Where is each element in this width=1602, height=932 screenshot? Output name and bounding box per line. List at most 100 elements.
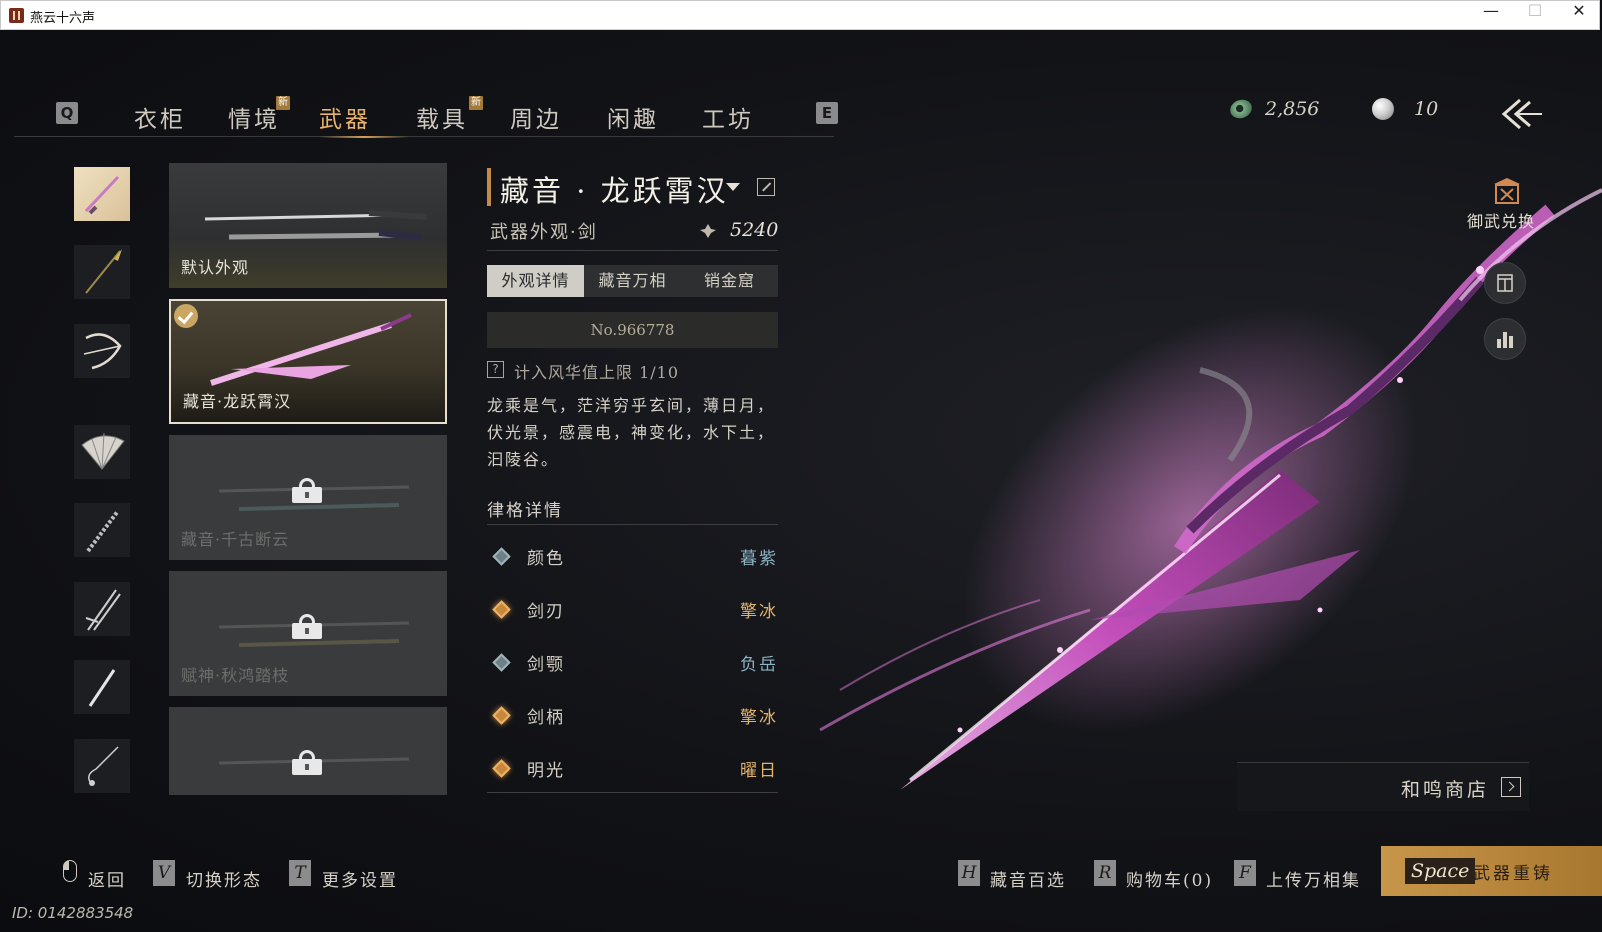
tab-collection-variants[interactable]: 藏音万相 [584, 265, 681, 297]
diamond-icon [492, 547, 511, 566]
arrow-right-icon [1501, 777, 1521, 797]
weapon-type-fan[interactable] [74, 425, 130, 479]
divider [487, 524, 778, 525]
attribute-row[interactable]: 剑刃 擎冰 [487, 597, 778, 627]
weapon-type-twin-blades[interactable] [74, 582, 130, 636]
tab-scene[interactable]: 情境 [228, 100, 280, 134]
attribute-name: 颜色 [527, 549, 565, 569]
hotkey: R [1094, 860, 1116, 886]
skin-card-label: 藏音·千古断云 [181, 530, 290, 549]
active-tab-underline [319, 136, 409, 138]
weapon-type-bow[interactable] [74, 324, 130, 378]
weapon-type-sword[interactable] [74, 167, 130, 221]
window-title: 燕云十六声 [30, 10, 96, 25]
weapon-type-blade[interactable] [74, 660, 130, 714]
chevron-down-icon[interactable] [726, 183, 740, 191]
hotkey: F [1234, 860, 1256, 886]
exchange-icon[interactable] [1490, 176, 1524, 206]
app-icon [9, 8, 24, 23]
shop-button[interactable]: 和鸣商店 [1237, 762, 1529, 811]
weapon-type-umbrella[interactable] [74, 503, 130, 557]
new-badge: 新 [276, 96, 290, 110]
upload-hint[interactable]: 上传万相集 [1266, 866, 1361, 891]
skin-card-label: 默认外观 [181, 258, 250, 277]
back-hint[interactable]: 返回 [88, 866, 126, 891]
collection-hint[interactable]: 藏音百选 [990, 866, 1066, 891]
attributes-section-title: 律格详情 [487, 501, 563, 521]
serial-number: No.966778 [487, 312, 778, 348]
skin-preview [210, 313, 412, 386]
more-settings-hint[interactable]: 更多设置 [322, 866, 398, 891]
edit-icon[interactable] [757, 178, 775, 196]
attribute-value: 暮紫 [740, 549, 778, 569]
skin-card-locked[interactable] [169, 707, 447, 795]
skin-card-locked[interactable]: 藏音·千古断云 [169, 435, 447, 560]
weapon-type-spear[interactable] [74, 245, 130, 299]
space-key: Space [1405, 858, 1476, 884]
weapon-preview[interactable] [760, 130, 1602, 830]
category-tabs: Q 衣柜 情境 新 武器 载具 新 周边 闲趣 工坊 E [14, 66, 838, 138]
next-tab-key[interactable]: E [816, 102, 838, 124]
help-icon[interactable]: ? [487, 361, 504, 378]
cart-hint[interactable]: 购物车(0) [1126, 866, 1213, 891]
attribute-row[interactable]: 颜色 暮紫 [487, 544, 778, 574]
tab-vault[interactable]: 销金窟 [681, 265, 778, 297]
switch-form-hint[interactable]: 切换形态 [186, 866, 262, 891]
fame-cap-text: 计入风华值上限 1/10 [514, 363, 680, 382]
weapon-type-rope-dart[interactable] [74, 739, 130, 793]
lock-icon [292, 750, 322, 775]
pearl-amount: 10 [1414, 98, 1439, 120]
tab-appearance-details[interactable]: 外观详情 [487, 265, 584, 297]
tab-leisure[interactable]: 闲趣 [607, 100, 659, 134]
skin-card[interactable]: 默认外观 [169, 163, 447, 288]
recast-label: 武器重铸 [1473, 864, 1553, 884]
stats-icon[interactable] [1484, 318, 1526, 360]
diamond-icon [492, 653, 511, 672]
attribute-row[interactable]: 剑柄 擎冰 [487, 703, 778, 733]
attribute-value: 擎冰 [740, 708, 778, 728]
diamond-icon [492, 600, 511, 619]
jade-currency-icon [1227, 96, 1255, 122]
exchange-label[interactable]: 御武兑换 [1467, 208, 1535, 232]
tab-wardrobe[interactable]: 衣柜 [134, 100, 186, 134]
attribute-row[interactable]: 明光 曜日 [487, 756, 778, 786]
lock-icon [292, 614, 322, 639]
close-button[interactable]: ✕ [1557, 1, 1601, 29]
attribute-name: 剑刃 [527, 602, 565, 622]
tab-mount[interactable]: 载具 [416, 100, 468, 134]
attribute-value: 负岳 [740, 655, 778, 675]
attribute-name: 剑颚 [527, 655, 565, 675]
attribute-row[interactable]: 剑颚 负岳 [487, 650, 778, 680]
skin-card-locked[interactable]: 赋神·秋鸿踏枝 [169, 571, 447, 696]
minimize-button[interactable]: — [1469, 1, 1513, 29]
tab-weapon[interactable]: 武器 [319, 100, 371, 134]
detail-subtabs: 外观详情 藏音万相 销金窟 [487, 265, 778, 297]
attribute-value: 曜日 [740, 761, 778, 781]
new-badge: 新 [469, 96, 483, 110]
diamond-icon [492, 706, 511, 725]
tab-peripherals[interactable]: 周边 [510, 100, 562, 134]
divider [487, 250, 778, 251]
player-id: ID: 0142883548 [12, 904, 134, 922]
wardrobe-icon[interactable] [1484, 262, 1526, 304]
pearl-currency-icon [1372, 98, 1394, 120]
score-icon [700, 224, 716, 238]
divider [487, 792, 778, 793]
jade-amount: 2,856 [1265, 98, 1320, 120]
diamond-icon [492, 759, 511, 778]
shop-label: 和鸣商店 [1400, 779, 1489, 801]
game-viewport: Q 衣柜 情境 新 武器 载具 新 周边 闲趣 工坊 E 2,856 10 默认… [0, 30, 1602, 932]
maximize-button[interactable]: ☐ [1513, 1, 1557, 29]
weapon-skin-name: 藏音 · 龙跃霄汉 [500, 174, 729, 208]
weapon-type-subtitle: 武器外观·剑 [490, 222, 598, 243]
back-arrow-icon[interactable] [1498, 96, 1542, 132]
skin-card-selected[interactable]: 藏音·龙跃霄汉 [169, 299, 447, 424]
tab-workshop[interactable]: 工坊 [702, 100, 754, 134]
window-titlebar: 燕云十六声 — ☐ ✕ [0, 0, 1600, 30]
attribute-name: 剑柄 [527, 708, 565, 728]
prev-tab-key[interactable]: Q [56, 102, 78, 124]
mouse-icon [63, 860, 77, 882]
hotkey: V [153, 860, 175, 886]
hotkey: T [289, 860, 311, 886]
recast-button[interactable]: Space 武器重铸 [1381, 846, 1602, 896]
